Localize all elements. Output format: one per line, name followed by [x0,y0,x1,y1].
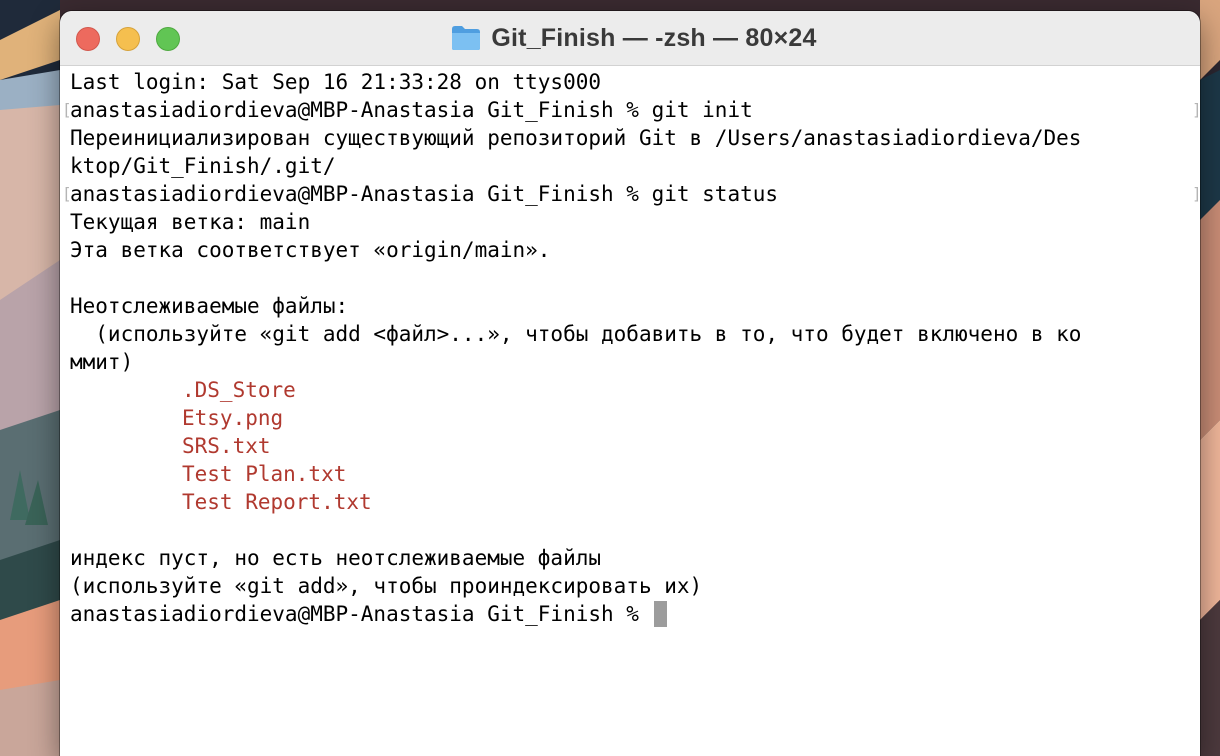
untracked-hint: (используйте «git add <файл>...», чтобы … [70,322,1082,346]
folder-icon [451,25,481,51]
untracked-file: Etsy.png [182,406,284,430]
mark-bracket-right: ] [1192,100,1200,120]
last-login-line: Last login: Sat Sep 16 21:33:28 on ttys0… [70,70,602,94]
text-cursor [653,601,667,627]
untracked-header: Неотслеживаемые файлы: [70,294,349,318]
mark-bracket-left: [ [62,184,72,203]
command-text: anastasiadiordieva@MBP-Anastasia Git_Fin… [70,182,779,206]
branch-tracking-line: Эта ветка соответствует «origin/main». [70,238,551,262]
untracked-file: Test Report.txt [182,490,372,514]
title-bar[interactable]: Git_Finish — -zsh — 80×24 [60,11,1200,66]
prompt-line[interactable]: anastasiadiordieva@MBP-Anastasia Git_Fin… [70,600,1200,628]
window-title-group: Git_Finish — -zsh — 80×24 [60,11,1200,65]
untracked-file: .DS_Store [182,378,296,402]
window-title: Git_Finish — -zsh — 80×24 [491,23,817,52]
untracked-file: Test Plan.txt [182,462,347,486]
command-line: [anastasiadiordieva@MBP-Anastasia Git_Fi… [62,180,1200,208]
untracked-file: SRS.txt [182,434,271,458]
index-empty-line: индекс пуст, но есть неотслеживаемые фай… [70,546,602,570]
terminal-output[interactable]: Last login: Sat Sep 16 21:33:28 on ttys0… [60,66,1200,628]
output-line: Переинициализирован существующий репозит… [70,126,1082,150]
branch-line: Текущая ветка: main [70,210,311,234]
terminal-window: Git_Finish — -zsh — 80×24 Last login: Sa… [60,11,1200,756]
mark-bracket-right: ] [1192,184,1200,204]
untracked-hint: ммит) [70,350,134,374]
output-line: ktop/Git_Finish/.git/ [70,154,336,178]
index-hint-line: (используйте «git add», чтобы проиндекси… [70,574,703,598]
mark-bracket-left: [ [62,100,72,119]
command-line: [anastasiadiordieva@MBP-Anastasia Git_Fi… [62,96,1200,124]
prompt-text: anastasiadiordieva@MBP-Anastasia Git_Fin… [70,602,652,626]
command-text: anastasiadiordieva@MBP-Anastasia Git_Fin… [70,98,753,122]
